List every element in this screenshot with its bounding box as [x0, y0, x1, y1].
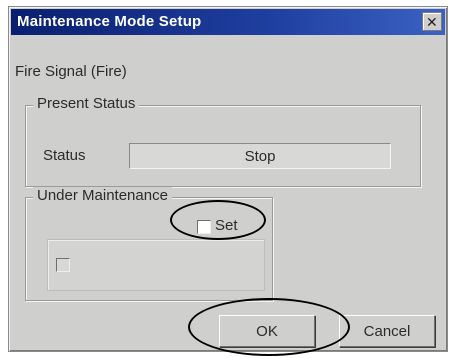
close-button[interactable]: ✕ — [422, 12, 442, 31]
maintenance-mode-dialog: Maintenance Mode Setup ✕ Fire Signal (Fi… — [8, 6, 448, 352]
status-label: Status — [43, 147, 86, 164]
fire-signal-label: Fire Signal (Fire) — [15, 63, 127, 80]
status-value: Stop — [244, 148, 276, 165]
disabled-maintenance-option — [47, 239, 265, 291]
close-icon: ✕ — [426, 14, 438, 30]
disabled-option-checkbox — [56, 258, 70, 272]
title-bar: Maintenance Mode Setup ✕ — [11, 9, 445, 35]
cancel-button[interactable]: Cancel — [339, 315, 435, 347]
ok-highlight-ellipse — [188, 298, 350, 356]
under-maintenance-legend: Under Maintenance — [33, 187, 172, 204]
status-value-field: Stop — [129, 143, 391, 169]
dialog-title: Maintenance Mode Setup — [17, 13, 202, 30]
set-highlight-ellipse — [170, 200, 266, 240]
cancel-button-label: Cancel — [363, 323, 411, 340]
present-status-legend: Present Status — [33, 95, 140, 112]
